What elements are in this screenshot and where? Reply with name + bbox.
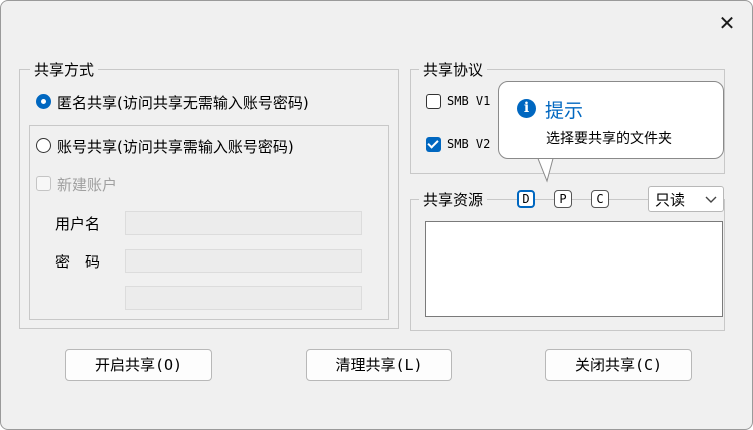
anonymous-share-radio[interactable] xyxy=(36,94,51,109)
tooltip-popup: i 提示 选择要共享的文件夹 xyxy=(498,81,724,159)
tooltip-title: 提示 xyxy=(545,100,584,122)
password-label: 密 码 xyxy=(55,253,101,271)
smb-v2-label[interactable]: SMB V2 xyxy=(447,137,490,151)
drive-c-button[interactable]: C xyxy=(591,190,609,208)
password-input[interactable] xyxy=(125,249,362,273)
start-share-button[interactable]: 开启共享(O) xyxy=(65,349,212,381)
protocol-legend: 共享协议 xyxy=(419,59,488,80)
info-icon: i xyxy=(517,99,536,118)
chevron-down-icon xyxy=(705,196,717,203)
stop-share-button[interactable]: 关闭共享(C) xyxy=(545,349,692,381)
shared-folder-list[interactable] xyxy=(425,221,723,317)
anonymous-share-label[interactable]: 匿名共享(访问共享无需输入账号密码) xyxy=(57,92,309,113)
account-share-label[interactable]: 账号共享(访问共享需输入账号密码) xyxy=(57,136,294,157)
smb-v1-checkbox[interactable] xyxy=(426,94,441,109)
new-account-label: 新建账户 xyxy=(57,176,118,194)
drive-p-button[interactable]: P xyxy=(554,190,572,208)
username-label: 用户名 xyxy=(55,215,101,233)
access-mode-select[interactable]: 只读 xyxy=(648,186,724,212)
resources-legend: 共享资源 xyxy=(419,189,488,210)
smb-v1-label[interactable]: SMB V1 xyxy=(447,94,490,108)
new-account-checkbox[interactable] xyxy=(36,176,51,191)
clear-share-button[interactable]: 清理共享(L) xyxy=(306,349,452,381)
close-icon[interactable]: ✕ xyxy=(713,9,741,37)
access-mode-value: 只读 xyxy=(655,191,686,209)
password-confirm-input[interactable] xyxy=(125,286,362,310)
username-input[interactable] xyxy=(125,211,362,235)
smb-v2-checkbox[interactable] xyxy=(426,137,441,152)
share-dialog: ✕ 共享方式 匿名共享(访问共享无需输入账号密码) 账号共享(访问共享需输入账号… xyxy=(0,0,753,430)
drive-d-button[interactable]: D xyxy=(517,190,535,208)
tooltip-message: 选择要共享的文件夹 xyxy=(546,131,672,147)
share-mode-legend: 共享方式 xyxy=(30,59,99,80)
account-share-radio[interactable] xyxy=(36,138,51,153)
